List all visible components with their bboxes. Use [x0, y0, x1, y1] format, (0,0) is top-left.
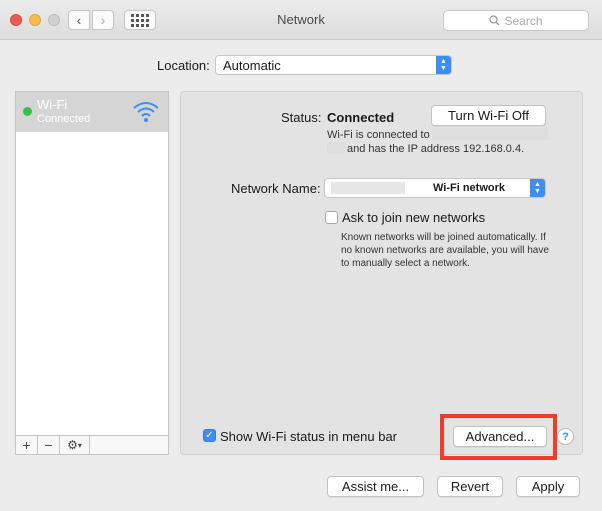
show-wifi-status-label: Show Wi-Fi status in menu bar	[220, 429, 398, 444]
service-list: Wi-Fi Connected	[15, 91, 169, 436]
remove-service-button[interactable]: −	[38, 436, 60, 454]
chevron-down-icon: ▾	[77, 440, 82, 450]
service-item-wifi[interactable]: Wi-Fi Connected	[16, 92, 168, 132]
search-icon	[489, 15, 500, 26]
status-label: Status:	[281, 110, 322, 125]
redacted-network-prefix	[331, 182, 405, 194]
search-placeholder: Search	[504, 13, 543, 28]
service-actions-button[interactable]: ⚙ ▾	[60, 436, 90, 454]
service-name: Wi-Fi	[37, 97, 68, 112]
status-dot	[23, 107, 32, 116]
location-value: Automatic	[223, 57, 281, 73]
service-toolbar: + − ⚙ ▾	[15, 435, 169, 455]
network-name-label: Network Name:	[231, 181, 321, 196]
network-preferences-window: ‹ › Network Search Location: Automatic ▲…	[0, 0, 602, 511]
assist-me-button[interactable]: Assist me...	[327, 476, 424, 497]
status-info-line2: and has the IP address 192.168.0.4.	[347, 143, 525, 155]
location-popup[interactable]: Automatic ▲ ▼	[215, 55, 452, 75]
status-value: Connected	[327, 110, 395, 125]
popup-arrows-icon: ▲ ▼	[436, 56, 451, 74]
service-status: Connected	[37, 113, 91, 125]
network-name-popup[interactable]: Wi-Fi network ▲ ▼	[324, 178, 546, 198]
wifi-icon	[133, 102, 159, 122]
status-info-line1: Wi-Fi is connected to	[327, 129, 430, 141]
show-wifi-status-checkbox[interactable]: ✓	[203, 429, 216, 442]
search-input[interactable]: Search	[443, 10, 589, 31]
titlebar: ‹ › Network Search	[0, 0, 602, 40]
revert-button[interactable]: Revert	[437, 476, 503, 497]
gear-icon: ⚙	[67, 438, 78, 452]
highlight-box	[440, 414, 557, 460]
help-button[interactable]: ?	[557, 428, 574, 445]
ask-to-join-label: Ask to join new networks	[342, 210, 486, 225]
redacted-network-name	[432, 128, 548, 140]
redacted-network-name-cont	[327, 142, 345, 154]
ask-to-join-help: Known networks will be joined automatica…	[341, 232, 549, 269]
network-name-value: Wi-Fi network	[432, 182, 505, 194]
add-service-button[interactable]: +	[16, 436, 38, 454]
popup-arrows-icon: ▲ ▼	[530, 179, 545, 197]
apply-button[interactable]: Apply	[516, 476, 580, 497]
turn-wifi-off-button[interactable]: Turn Wi-Fi Off	[431, 105, 546, 126]
ask-to-join-checkbox[interactable]	[325, 211, 338, 224]
location-label: Location:	[157, 58, 210, 73]
